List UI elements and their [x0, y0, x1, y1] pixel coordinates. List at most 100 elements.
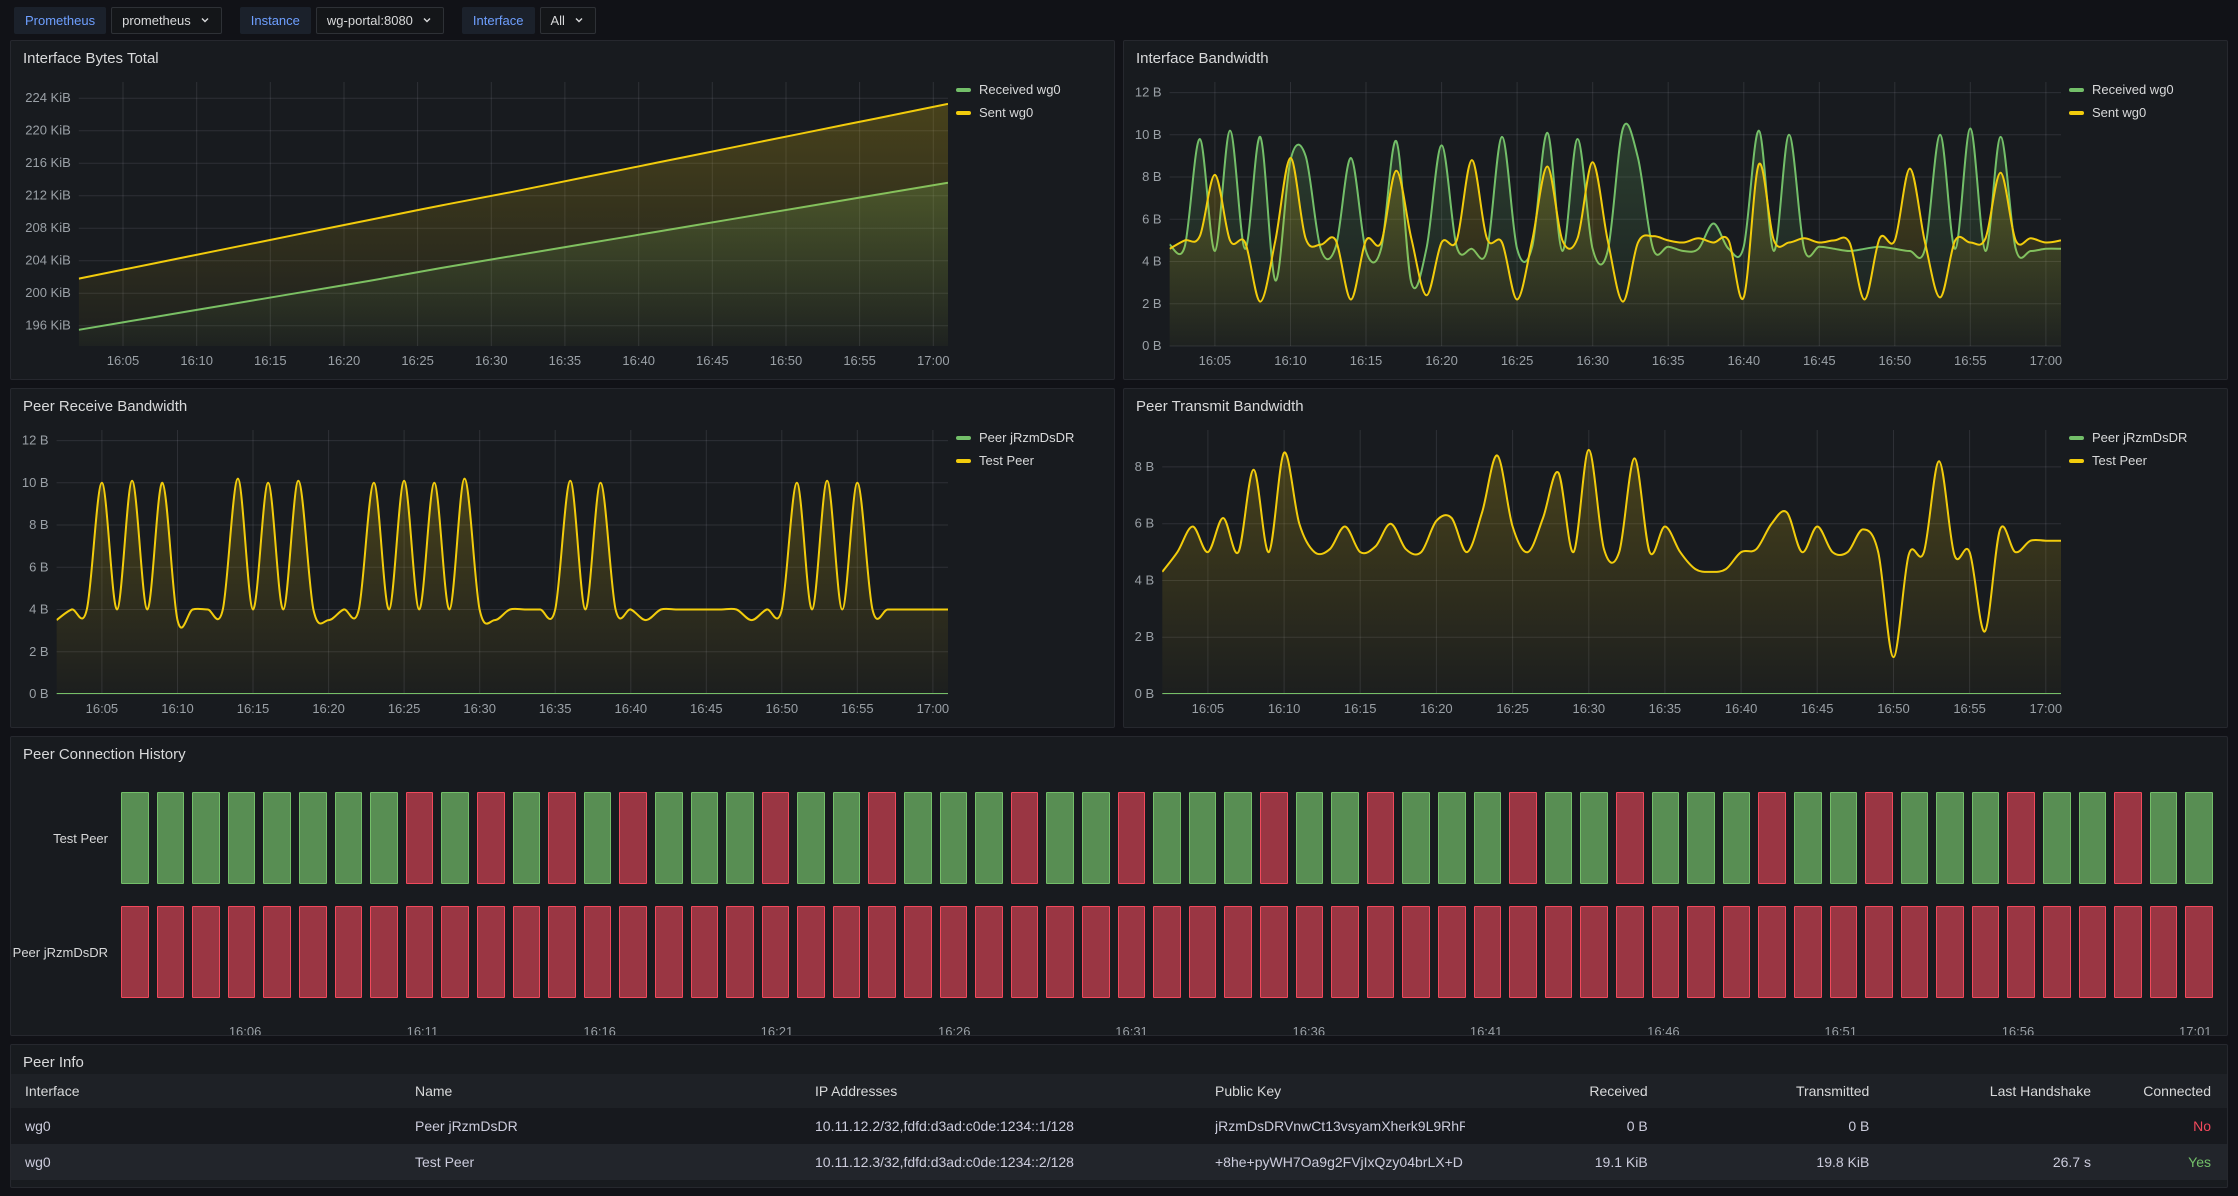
state-bar-disconnected — [1723, 906, 1751, 998]
state-bar-disconnected — [1509, 792, 1537, 884]
legend-item-received-wg0[interactable]: Received wg0 — [956, 82, 1104, 97]
panel-title[interactable]: Peer Transmit Bandwidth — [1124, 389, 2227, 418]
timeline-x-axis: 16:0616:1116:1616:2116:2616:3116:3616:41… — [121, 1020, 2213, 1036]
y-tick-label: 12 B — [1135, 85, 1162, 100]
state-bar-connected — [2150, 792, 2178, 884]
state-bar-connected — [940, 792, 968, 884]
legend-item-peer-jrzmdsdr[interactable]: Peer jRzmDsDR — [2069, 430, 2217, 445]
state-bar-disconnected — [1794, 906, 1822, 998]
column-header-last-handshake[interactable]: Last Handshake — [1871, 1083, 2093, 1099]
variable-select-prometheus[interactable]: prometheus — [111, 7, 222, 34]
x-tick-label: 16:35 — [539, 701, 572, 716]
state-bar-disconnected — [157, 906, 185, 998]
column-header-public-key[interactable]: Public Key — [1215, 1083, 1465, 1099]
legend-item-test-peer[interactable]: Test Peer — [2069, 453, 2217, 468]
peer-receive-bandwidth-chart[interactable]: 0 B2 B4 B6 B8 B10 B12 B16:0516:1016:1516… — [11, 418, 956, 720]
state-bar-disconnected — [1367, 906, 1395, 998]
panel-peer-info: Peer Info InterfaceNameIP AddressesPubli… — [10, 1044, 2228, 1188]
panel-title[interactable]: Peer Connection History — [11, 737, 2227, 766]
timeline-row-label: Peer jRzmDsDR — [11, 906, 121, 998]
cell-last-handshake: 26.7 s — [1871, 1154, 2093, 1170]
y-tick-label: 220 KiB — [25, 123, 71, 138]
x-tick-label: 16:25 — [388, 701, 421, 716]
state-bar-connected — [1901, 792, 1929, 884]
state-bar-connected — [1972, 792, 2000, 884]
x-tick-label: 16:20 — [1425, 353, 1458, 368]
state-bar-connected — [797, 792, 825, 884]
legend-item-peer-jrzmdsdr[interactable]: Peer jRzmDsDR — [956, 430, 1104, 445]
x-tick-label: 17:01 — [2179, 1024, 2212, 1036]
variable-select-interface[interactable]: All — [540, 7, 596, 34]
peer-transmit-bandwidth-chart[interactable]: 0 B2 B4 B6 B8 B16:0516:1016:1516:2016:25… — [1124, 418, 2069, 720]
column-header-transmitted[interactable]: Transmitted — [1650, 1083, 1872, 1099]
cell-public-key: +8he+pyWH7Oa9g2FVjIxQzy04brLX+D — [1215, 1154, 1465, 1170]
column-header-received[interactable]: Received — [1465, 1083, 1650, 1099]
panel-title[interactable]: Peer Info — [11, 1045, 2227, 1074]
legend-label: Received wg0 — [979, 82, 1061, 97]
state-bar-disconnected — [406, 906, 434, 998]
y-tick-label: 8 B — [1142, 169, 1162, 184]
state-bar-connected — [1545, 792, 1573, 884]
state-bar-disconnected — [1331, 906, 1359, 998]
x-tick-label: 16:15 — [254, 353, 287, 368]
y-tick-label: 4 B — [1142, 254, 1162, 269]
y-tick-label: 204 KiB — [25, 253, 71, 268]
x-tick-label: 16:36 — [1293, 1024, 1326, 1036]
legend: Received wg0 Sent wg0 — [2069, 70, 2227, 372]
state-bar-disconnected — [762, 792, 790, 884]
state-bar-disconnected — [1118, 792, 1146, 884]
interface-bandwidth-chart[interactable]: 0 B2 B4 B6 B8 B10 B12 B16:0516:1016:1516… — [1124, 70, 2069, 372]
state-bar-disconnected — [868, 906, 896, 998]
state-bar-connected — [2079, 792, 2107, 884]
state-bar-connected — [370, 792, 398, 884]
state-bar-connected — [192, 792, 220, 884]
y-tick-label: 224 KiB — [25, 90, 71, 105]
timeline-bars — [121, 792, 2213, 884]
state-bar-disconnected — [2114, 906, 2142, 998]
state-bar-disconnected — [1011, 792, 1039, 884]
interface-bytes-total-chart[interactable]: 196 KiB200 KiB204 KiB208 KiB212 KiB216 K… — [11, 70, 956, 372]
panel-title[interactable]: Interface Bytes Total — [11, 41, 1114, 70]
column-header-ip-addresses[interactable]: IP Addresses — [815, 1083, 1215, 1099]
x-tick-label: 16:55 — [841, 701, 874, 716]
state-bar-connected — [1652, 792, 1680, 884]
timeline-row-label: Test Peer — [11, 792, 121, 884]
series-color-swatch — [956, 88, 971, 92]
state-bar-connected — [335, 792, 363, 884]
x-tick-label: 16:50 — [766, 701, 799, 716]
x-tick-label: 17:00 — [2030, 353, 2063, 368]
panel-peer-connection-history: Peer Connection History Test Peer Peer jR… — [10, 736, 2228, 1036]
state-bar-disconnected — [1830, 906, 1858, 998]
panel-interface-bandwidth: Interface Bandwidth 0 B2 B4 B6 B8 B10 B1… — [1123, 40, 2228, 380]
legend-item-sent-wg0[interactable]: Sent wg0 — [956, 105, 1104, 120]
state-bar-disconnected — [2079, 906, 2107, 998]
column-header-name[interactable]: Name — [415, 1083, 815, 1099]
state-bar-connected — [1830, 792, 1858, 884]
series-color-swatch — [956, 111, 971, 115]
state-bar-disconnected — [1901, 906, 1929, 998]
column-header-interface[interactable]: Interface — [25, 1083, 415, 1099]
panel-title[interactable]: Interface Bandwidth — [1124, 41, 2227, 70]
table-row: wg0Test Peer10.11.12.3/32,fdfd:d3ad:c0de… — [11, 1144, 2227, 1180]
legend-item-received-wg0[interactable]: Received wg0 — [2069, 82, 2217, 97]
state-bar-disconnected — [263, 906, 291, 998]
state-bar-disconnected — [1687, 906, 1715, 998]
x-tick-label: 16:40 — [622, 353, 655, 368]
variable-select-instance[interactable]: wg-portal:8080 — [316, 7, 444, 34]
state-bar-disconnected — [1224, 906, 1252, 998]
legend-item-sent-wg0[interactable]: Sent wg0 — [2069, 105, 2217, 120]
chevron-down-icon — [199, 14, 211, 26]
state-bar-disconnected — [1260, 906, 1288, 998]
state-bar-disconnected — [1865, 906, 1893, 998]
column-header-connected[interactable]: Connected — [2093, 1083, 2213, 1099]
state-timeline[interactable]: Test Peer Peer jRzmDsDR 16:0616:1116:1616:… — [11, 766, 2227, 1036]
panel-title[interactable]: Peer Receive Bandwidth — [11, 389, 1114, 418]
table-row: wg0Peer jRzmDsDR10.11.12.2/32,fdfd:d3ad:… — [11, 1108, 2227, 1144]
state-bar-connected — [2185, 792, 2213, 884]
state-bar-connected — [1224, 792, 1252, 884]
legend-label: Peer jRzmDsDR — [979, 430, 1074, 445]
cell-ip-addresses: 10.11.12.2/32,fdfd:d3ad:c0de:1234::1/128 — [815, 1118, 1215, 1134]
y-tick-label: 6 B — [29, 559, 49, 574]
state-bar-disconnected — [1011, 906, 1039, 998]
legend-item-test-peer[interactable]: Test Peer — [956, 453, 1104, 468]
